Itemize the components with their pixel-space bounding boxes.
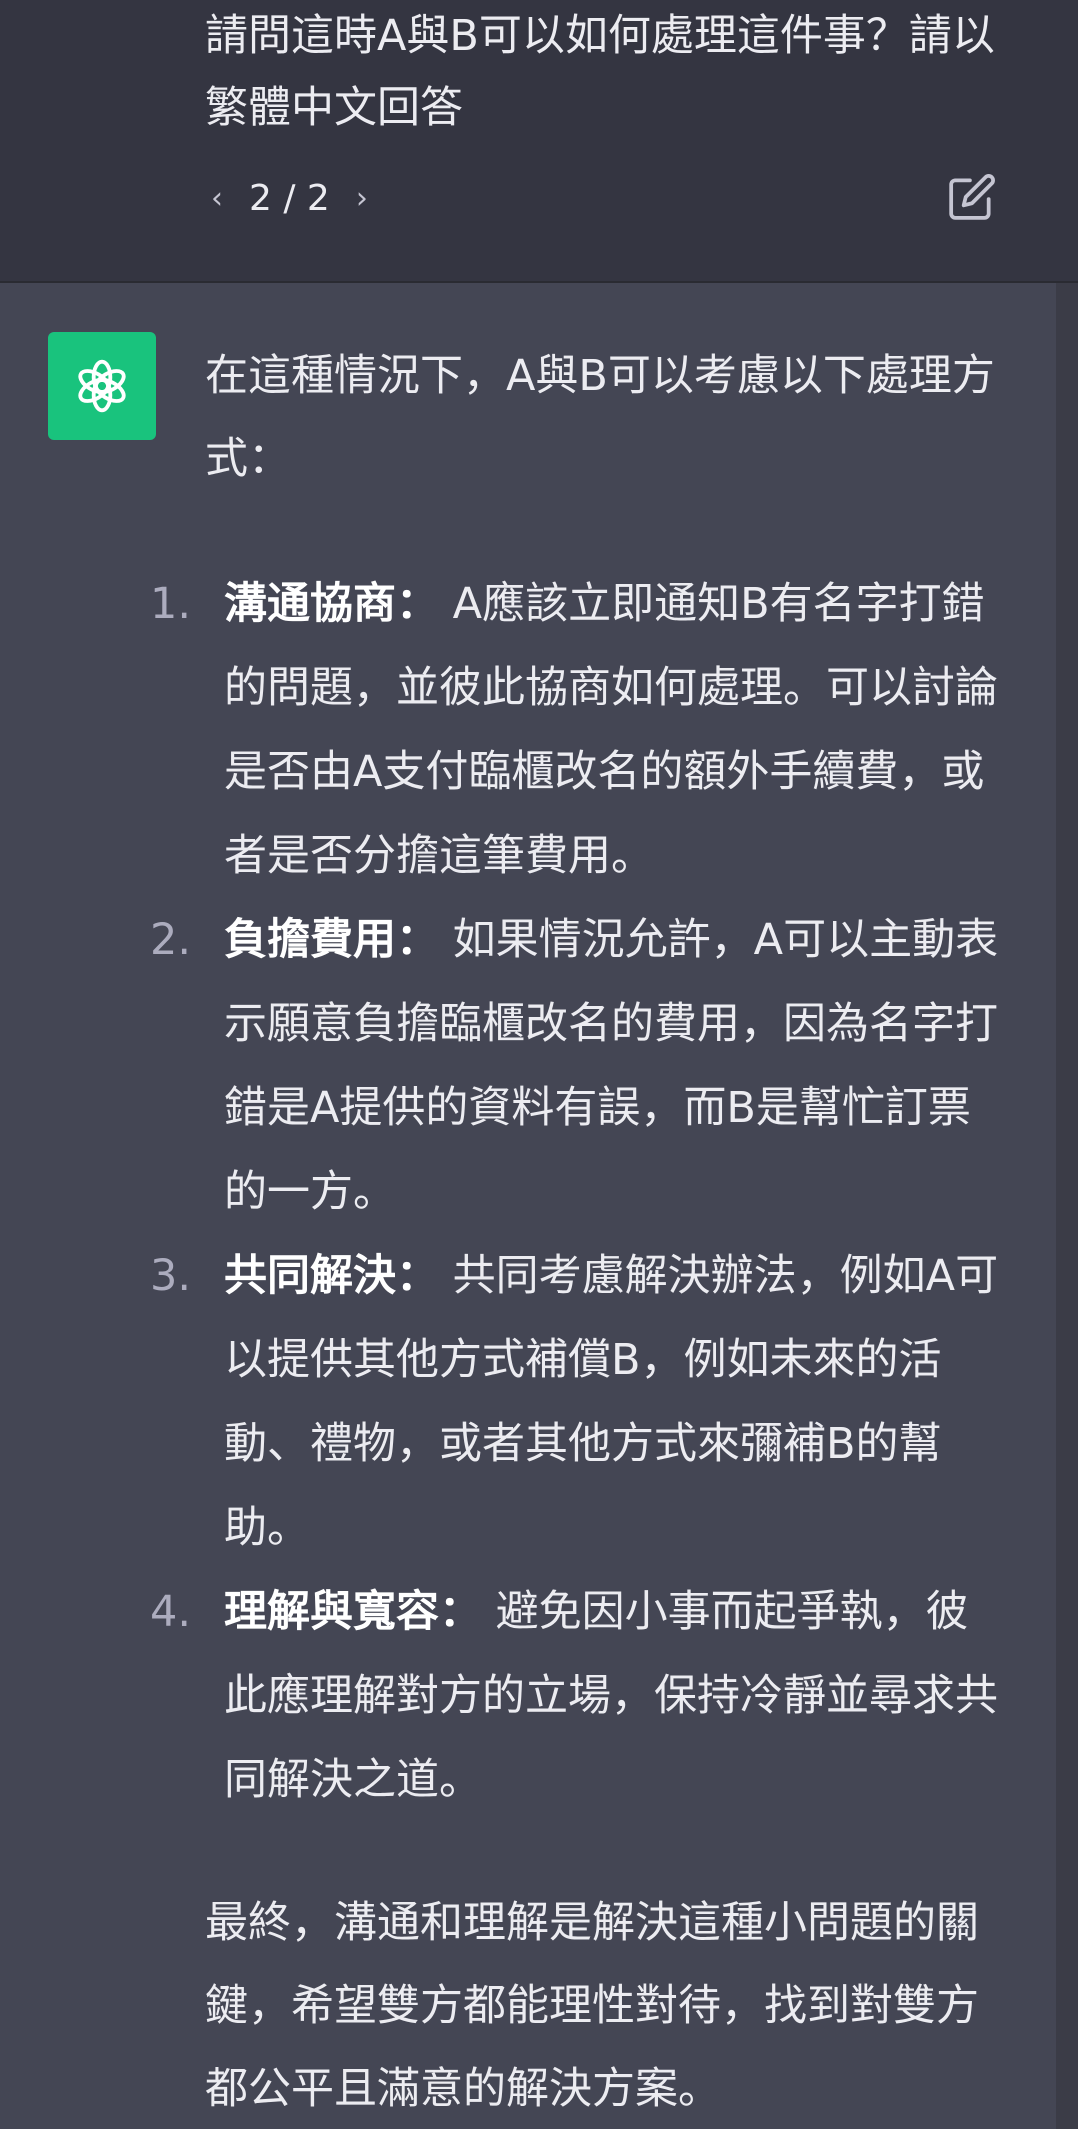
assistant-conclusion: 最終，溝通和理解是解決這種小問題的關鍵，希望雙方都能理性對待，找到對雙方都公平且… [205,1898,979,2114]
user-message-text: 請問這時A與B可以如何處理這件事？請以繁體中文回答 [205,11,995,133]
list-term: 共同解決： [224,1251,439,1301]
pager-label: 2 / 2 [249,177,330,219]
list-item: 2. 負擔費用： 如果情況允許，A可以主動表示願意負擔臨櫃改名的費用，因為名字打… [150,898,1010,1234]
list-item: 1. 溝通協商： A應該立即通知B有名字打錯的問題，並彼此協商如何處理。可以討論… [150,562,1010,898]
chevron-left-icon[interactable]: ‹ [205,181,229,216]
assistant-avatar [48,332,156,440]
list-term: 溝通協商： [224,579,439,629]
list-number: 1. [150,579,192,629]
list-number: 4. [150,1587,192,1637]
openai-logo-icon [78,359,126,413]
edit-icon[interactable] [947,172,997,222]
list-number: 3. [150,1251,192,1301]
list-term: 理解與寬容： [224,1587,482,1637]
numbered-list: 1. 溝通協商： A應該立即通知B有名字打錯的問題，並彼此協商如何處理。可以討論… [150,562,1010,1822]
list-item: 3. 共同解決： 共同考慮解決辦法，例如A可以提供其他方式補償B，例如未來的活動… [150,1234,1010,1570]
user-message: 請問這時A與B可以如何處理這件事？請以繁體中文回答 ‹ 2 / 2 › [0,0,1078,283]
list-term: 負擔費用： [224,915,439,965]
response-pager: ‹ 2 / 2 › [205,170,374,226]
scrollbar[interactable] [1056,283,1078,2129]
list-item: 4. 理解與寬容： 避免因小事而起爭執，彼此應理解對方的立場，保持冷靜並尋求共同… [150,1570,1010,1822]
list-number: 2. [150,915,192,965]
chevron-right-icon[interactable]: › [350,181,374,216]
assistant-intro: 在這種情況下，A與B可以考慮以下處理方式： [205,351,995,484]
